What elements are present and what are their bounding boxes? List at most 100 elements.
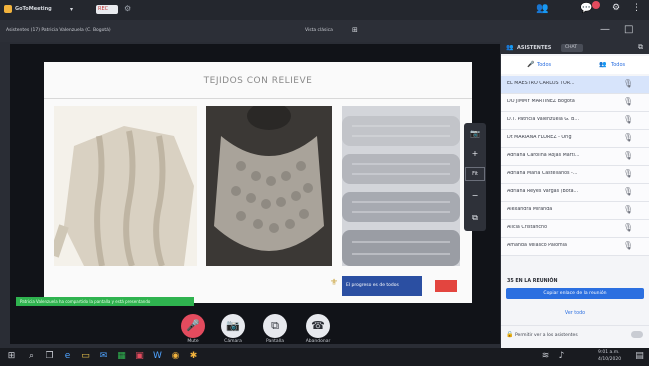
mute-button[interactable]: 🎤 [181,314,205,338]
excel-icon[interactable]: ▦ [116,351,127,362]
zoom-out-icon[interactable]: − [464,187,486,205]
slide-divider [44,98,472,99]
screen-label: Pantalla [266,339,284,344]
camera-button[interactable]: 📷 [221,314,245,338]
mic-icon[interactable]: 🎙 [623,151,633,160]
mute-label: Mute [187,339,199,344]
mic-icon[interactable]: 🎙 [623,133,633,142]
participant-row[interactable]: Adriana Reyes Vargas (Bota... 🎙 [501,184,649,202]
people-filter-icon[interactable]: 👥 [599,61,606,68]
phone-icon: ☎ [311,319,325,332]
participant-name: Amanda Velasco Palomia [507,243,568,248]
camera-icon[interactable]: 📷 [464,125,486,143]
participants-panel: 👥 ASISTENTES CHAT ⧉ 🎤 Todos 👥 Todos EL M… [501,42,649,348]
participant-name: D.T. Patricia Valenzuela G. B... [507,117,579,122]
mic-icon[interactable]: 🎙 [623,205,633,214]
wifi-icon[interactable]: ≋ [540,351,551,362]
notifications-icon[interactable]: ▤ [634,351,645,362]
clock-date: 4/10/2020 [598,357,622,362]
participant-name: DO JIMMY MARTINEZ Bogotá [507,99,575,104]
mic-filter-icon[interactable]: 🎤 [527,61,534,68]
popout-icon[interactable]: ⧉ [638,43,643,52]
participant-name: Adriana Reyes Vargas (Bota... [507,189,579,194]
people-icon[interactable]: 👥 [536,3,548,14]
participant-name: Adriana Carolina Rojas Martí... [507,153,580,158]
task-view-icon[interactable]: ❐ [44,351,55,362]
filter-bar: 🎤 Todos 👥 Todos [501,56,649,74]
mic-icon[interactable]: 🎙 [623,97,633,106]
popout-icon[interactable]: ⧉ [464,209,486,227]
chrome-icon[interactable]: ◉ [170,351,181,362]
mic-icon[interactable]: 🎙 [623,115,633,124]
start-icon[interactable]: ⊞ [6,351,17,362]
notification-badge [592,1,600,9]
participant-row[interactable]: Dt MARIANA FLOREZ - Orig 🎙 [501,130,649,148]
fit-button[interactable]: Fit [465,167,485,181]
meeting-count: 35 EN LA REUNIÓN [507,279,558,284]
participant-row[interactable]: D.T. Patricia Valenzuela G. B... 🎙 [501,112,649,130]
settings-text: Permitir ver a los asistentes [515,333,578,338]
folder-icon[interactable]: ▭ [80,351,91,362]
zoom-in-icon[interactable]: + [464,145,486,163]
filter-all[interactable]: Todos [611,62,625,68]
filter-speakers[interactable]: Todos [537,62,551,68]
chevron-down-icon[interactable]: ▾ [70,6,73,13]
presenter-status-text: Patricia Valenzuela ha compartido la pan… [20,299,151,304]
participant-row[interactable]: Alexandra Miranda 🎙 [501,202,649,220]
mic-icon[interactable]: 🎙 [623,187,633,196]
mic-icon[interactable]: 🎙 [623,169,633,178]
word-icon[interactable]: W [152,351,163,362]
government-logo: El progreso es de todos [342,276,422,296]
camera-label: Cámara [224,339,242,344]
gotomeeting-icon[interactable]: ✱ [188,351,199,362]
minimize-icon[interactable]: — [600,24,610,35]
view-all-link[interactable]: Ver todo [501,311,649,316]
copy-link-label: Copiar enlace de la reunión [543,291,607,296]
government-logo-text: El progreso es de todos [346,283,399,288]
mic-icon[interactable]: 🎙 [623,223,633,232]
participant-row[interactable]: Alicia Cristancho 🎙 [501,220,649,238]
more-icon[interactable]: ⋮ [632,3,641,13]
rec-badge-label: REC [98,6,109,12]
rec-badge[interactable]: REC [96,5,118,14]
tab-chat[interactable]: CHAT [561,44,583,52]
screen-button[interactable]: ⧉ [263,314,287,338]
coat-of-arms-icon: ⚜ [330,278,339,288]
volume-icon[interactable]: ♪ [556,351,567,362]
participant-name: Dt MARIANA FLOREZ - Orig [507,135,572,140]
app-logo-icon [4,5,12,13]
view-label[interactable]: Vista clásica [305,28,333,33]
participant-name: Alicia Cristancho [507,225,548,230]
participant-name: Alexandra Miranda [507,207,553,212]
copy-link-button[interactable]: Copiar enlace de la reunión [506,288,644,299]
mail-icon[interactable]: ✉ [98,351,109,362]
participant-row[interactable]: Adriana María Castellanos -... 🎙 [501,166,649,184]
mic-icon[interactable]: 🎙 [623,79,633,88]
panel-header: 👥 ASISTENTES CHAT ⧉ [501,42,649,54]
presentation-slide: TEJIDOS CON RELIEVE ⚜ El progreso es de … [44,62,472,303]
leave-button[interactable]: ☎ [306,314,330,338]
participant-row[interactable]: EL MAESTRO CARLOS TOR... 🎙 [501,76,649,94]
mic-icon[interactable]: 🎙 [623,241,633,250]
participant-row[interactable]: Amanda Velasco Palomia 🎙 [501,238,649,256]
participant-row[interactable]: Adriana Carolina Rojas Martí... 🎙 [501,148,649,166]
tab-participants[interactable]: ASISTENTES [517,45,551,51]
slide-title: TEJIDOS CON RELIEVE [203,76,313,86]
meeting-info-bar: Asistentes (17) Patricia Valenzuela (C. … [0,20,649,42]
search-icon[interactable]: ⌕ [26,351,37,362]
presenter-status-bar: Patricia Valenzuela ha compartido la pan… [16,297,194,306]
chat-icon[interactable]: 💬 [580,3,592,14]
settings-toggle[interactable] [631,331,643,338]
gear-icon[interactable]: ⚙ [124,4,131,13]
photo-folded-knits [342,106,460,266]
maximize-icon[interactable]: □ [624,24,633,35]
participant-row[interactable]: DO JIMMY MARTINEZ Bogotá 🎙 [501,94,649,112]
powerpoint-icon[interactable]: ▣ [134,351,145,362]
tab-chat-label: CHAT [565,45,578,50]
mic-icon: 🎤 [186,319,200,332]
camera-icon: 📷 [226,319,240,332]
photo-textured-scarf [206,106,332,266]
settings-icon[interactable]: ⚙ [612,3,620,13]
grid-icon[interactable]: ⊞ [352,26,358,34]
edge-icon[interactable]: e [62,351,73,362]
